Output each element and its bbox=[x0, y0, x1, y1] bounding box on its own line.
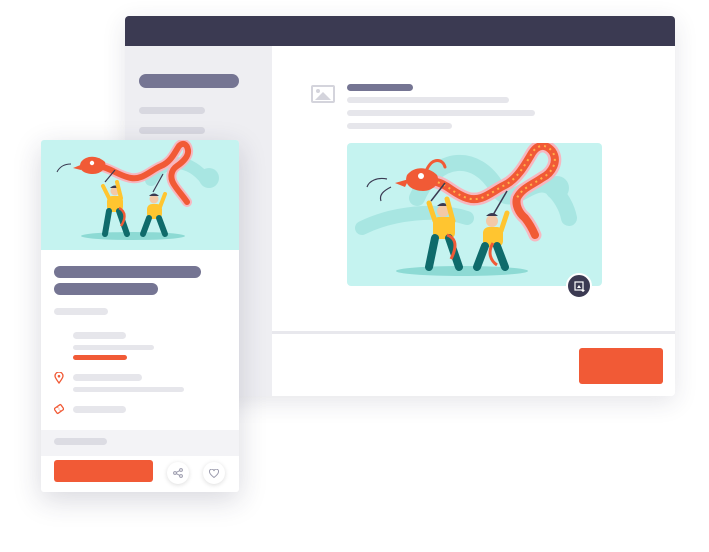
zoom-image-button[interactable] bbox=[566, 273, 592, 299]
dragon-dance-illustration bbox=[347, 143, 602, 286]
event-subtitle-placeholder bbox=[54, 308, 108, 315]
zoom-image-icon bbox=[573, 280, 584, 292]
share-icon bbox=[173, 468, 183, 478]
event-card[interactable] bbox=[41, 140, 239, 492]
article-line-placeholder bbox=[347, 123, 452, 129]
event-title-placeholder bbox=[54, 283, 158, 295]
article-line-placeholder bbox=[347, 110, 535, 116]
image-icon bbox=[311, 85, 335, 103]
heart-icon bbox=[209, 468, 219, 478]
event-title-placeholder bbox=[54, 266, 201, 278]
location-label-placeholder bbox=[73, 374, 142, 381]
location-line-placeholder bbox=[73, 387, 184, 392]
sidebar-title-placeholder bbox=[139, 74, 239, 88]
sidebar-item-placeholder[interactable] bbox=[139, 107, 205, 114]
ticket-icon bbox=[54, 403, 64, 415]
meta-placeholder bbox=[54, 438, 107, 445]
window-titlebar bbox=[125, 16, 675, 46]
share-button[interactable] bbox=[167, 462, 189, 484]
dragon-dance-illustration bbox=[41, 140, 239, 250]
favorite-button[interactable] bbox=[203, 462, 225, 484]
date-highlight-placeholder bbox=[73, 355, 127, 360]
map-pin-icon bbox=[54, 372, 64, 384]
primary-action-button[interactable] bbox=[579, 348, 663, 384]
card-meta-strip bbox=[41, 430, 239, 456]
article-line-placeholder bbox=[347, 97, 509, 103]
article-title-placeholder bbox=[347, 84, 413, 91]
date-line-placeholder bbox=[73, 345, 154, 350]
sidebar-item-placeholder[interactable] bbox=[139, 127, 205, 134]
price-placeholder bbox=[73, 406, 126, 413]
card-cta-button[interactable] bbox=[54, 460, 153, 482]
date-label-placeholder bbox=[73, 332, 126, 339]
